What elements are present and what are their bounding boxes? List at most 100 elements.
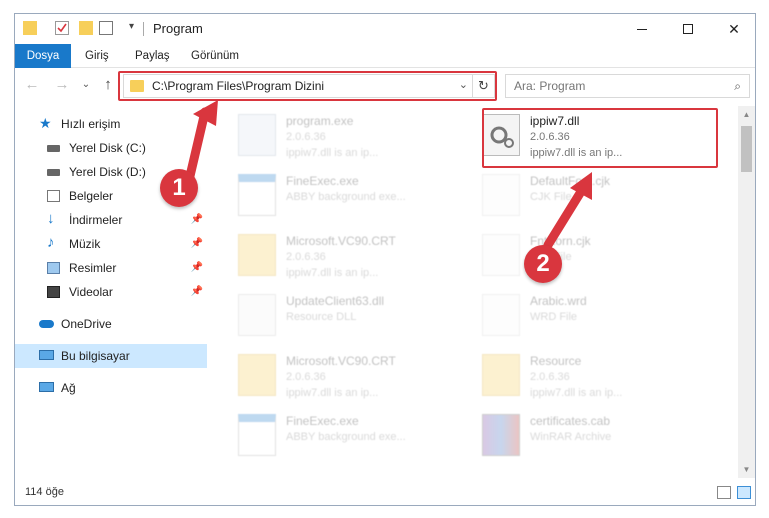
sidebar-item-label: Videolar	[69, 285, 113, 299]
network-icon	[39, 382, 54, 392]
file-name: FineExec.exe	[286, 414, 359, 428]
file-name: DefaultFont.cjk	[530, 174, 611, 188]
file-version: 2.0.6.36	[530, 371, 570, 383]
file-version: 2.0.6.36	[286, 131, 326, 143]
sidebar-item-label: Belgeler	[69, 189, 114, 203]
sidebar-item-network[interactable]: Ağ	[15, 376, 207, 400]
file-icon	[482, 174, 520, 216]
tab-giris[interactable]: Giriş	[77, 44, 117, 68]
vertical-scrollbar[interactable]: ▲ ▼	[738, 106, 755, 478]
title-separator	[143, 22, 144, 36]
file-name: certificates.cab	[530, 414, 611, 428]
file-icon	[238, 294, 276, 336]
window-title: Program	[153, 21, 203, 36]
file-icon	[482, 294, 520, 336]
file-version: CJK File	[530, 191, 572, 203]
forward-arrow-icon[interactable]: →	[53, 76, 71, 94]
file-version: ABBY background exe...	[286, 191, 406, 203]
close-button[interactable]: ✕	[711, 14, 755, 44]
file-item[interactable]: FineExec.exe ABBY background exe...	[238, 406, 483, 464]
music-icon: ♪	[47, 234, 55, 251]
tab-paylas[interactable]: Paylaş	[127, 44, 178, 68]
file-version: WinRAR Archive	[530, 431, 612, 443]
file-version: ABBY background exe...	[286, 431, 406, 443]
sidebar-item-this-pc[interactable]: Bu bilgisayar	[15, 344, 207, 368]
file-icon	[238, 414, 276, 456]
sidebar-item-pictures[interactable]: Resimler 📌	[15, 256, 207, 280]
sidebar-item-downloads[interactable]: ↓ İndirmeler 📌	[15, 208, 207, 232]
file-item[interactable]: FntKorn.cjkCJK File	[482, 226, 727, 284]
new-folder-icon[interactable]	[79, 21, 93, 35]
chevron-down-icon[interactable]: ▾	[129, 21, 134, 32]
recent-locations-icon[interactable]: ⌄	[77, 76, 95, 94]
file-icon	[238, 174, 276, 216]
file-version: 2.0.6.36	[286, 371, 326, 383]
file-item[interactable]: Microsoft.VC90.CRT 2.0.6.36 ippiw7.dll is …	[238, 226, 483, 284]
file-icon	[482, 354, 520, 396]
up-arrow-icon[interactable]: ↑	[99, 76, 117, 94]
annotation-badge-2: 2	[524, 245, 562, 283]
maximize-button[interactable]	[665, 14, 711, 44]
file-item[interactable]: FineExec.exe ABBY background exe...	[238, 166, 483, 224]
documents-icon	[47, 190, 60, 202]
file-icon	[482, 234, 520, 276]
search-input[interactable]	[506, 75, 716, 97]
sidebar-item-label: Hızlı erişim	[61, 117, 121, 131]
back-arrow-icon[interactable]: ←	[23, 76, 41, 94]
file-icon	[238, 114, 276, 156]
address-bar-highlight	[118, 71, 497, 101]
file-item[interactable]: DefaultFont.cjk CJK File	[482, 166, 727, 224]
sidebar-item-quick-access[interactable]: ★ Hızlı erişim	[15, 112, 207, 136]
file-name: program.exe	[286, 114, 354, 128]
file-description: ippiw7.dll is an ip...	[530, 387, 623, 399]
properties-icon[interactable]	[55, 21, 69, 35]
sidebar-item-label: Yerel Disk (D:)	[69, 165, 146, 179]
file-name: Microsoft.VC90.CRT	[286, 234, 396, 248]
details-view-icon[interactable]	[717, 486, 731, 499]
file-icon	[238, 354, 276, 396]
file-item[interactable]: Resource 2.0.6.36 ippiw7.dll is an ip...	[482, 346, 727, 404]
scroll-up-icon[interactable]: ▲	[738, 106, 755, 123]
sidebar-item-label: Yerel Disk (C:)	[69, 141, 146, 155]
title-bar: ▾ Program ✕	[15, 14, 755, 44]
pin-icon[interactable]: 📌	[191, 280, 203, 304]
file-item[interactable]: UpdateClient63.dll Resource DLL	[238, 286, 483, 344]
file-name: Resource	[530, 354, 582, 368]
drive-icon	[47, 169, 60, 176]
view-options-icon[interactable]	[99, 21, 113, 35]
sidebar-item-disk-c[interactable]: Yerel Disk (C:)	[15, 136, 207, 160]
tab-dosya[interactable]: Dosya	[15, 44, 71, 68]
pin-icon[interactable]: 📌	[191, 256, 203, 280]
sidebar-item-music[interactable]: ♪ Müzik 📌	[15, 232, 207, 256]
file-item[interactable]: Arabic.wrd WRD File	[482, 286, 727, 344]
pictures-icon	[47, 262, 60, 274]
search-box[interactable]: ⌕	[505, 74, 750, 98]
file-description: ippiw7.dll is an ip...	[286, 387, 379, 399]
file-item[interactable]: program.exe 2.0.6.36 ippiw7.dll is an ip..…	[238, 106, 483, 164]
file-item[interactable]: certificates.cab WinRAR Archive	[482, 406, 727, 464]
pin-icon[interactable]: 📌	[191, 208, 203, 232]
status-bar: 114 öğe	[15, 481, 755, 505]
sidebar-item-label: Bu bilgisayar	[61, 349, 130, 363]
large-icons-view-icon[interactable]	[737, 486, 751, 499]
annotation-badge-1: 1	[160, 169, 198, 207]
ribbon-tabs: Dosya Giriş Paylaş Görünüm	[15, 44, 755, 68]
download-icon: ↓	[47, 210, 55, 227]
scrollbar-thumb[interactable]	[741, 126, 752, 172]
minimize-button[interactable]	[619, 14, 665, 44]
file-version: 2.0.6.36	[286, 251, 326, 263]
file-version: WRD File	[530, 311, 578, 323]
tab-gorunum[interactable]: Görünüm	[183, 44, 247, 68]
pin-icon[interactable]: 📌	[191, 232, 203, 256]
file-description: ippiw7.dll is an ip...	[286, 267, 379, 279]
sidebar-item-videos[interactable]: Videolar 📌	[15, 280, 207, 304]
search-icon[interactable]: ⌕	[734, 79, 741, 94]
maximize-icon	[683, 24, 693, 34]
scroll-down-icon[interactable]: ▼	[738, 461, 755, 478]
sidebar-item-label: OneDrive	[61, 317, 112, 331]
computer-icon	[39, 350, 54, 360]
sidebar-item-onedrive[interactable]: OneDrive	[15, 312, 207, 336]
file-item[interactable]: Microsoft.VC90.CRT 2.0.6.36 ippiw7.dll is …	[238, 346, 483, 404]
file-name: Arabic.wrd	[530, 294, 587, 308]
sidebar-item-label: Müzik	[69, 237, 101, 251]
